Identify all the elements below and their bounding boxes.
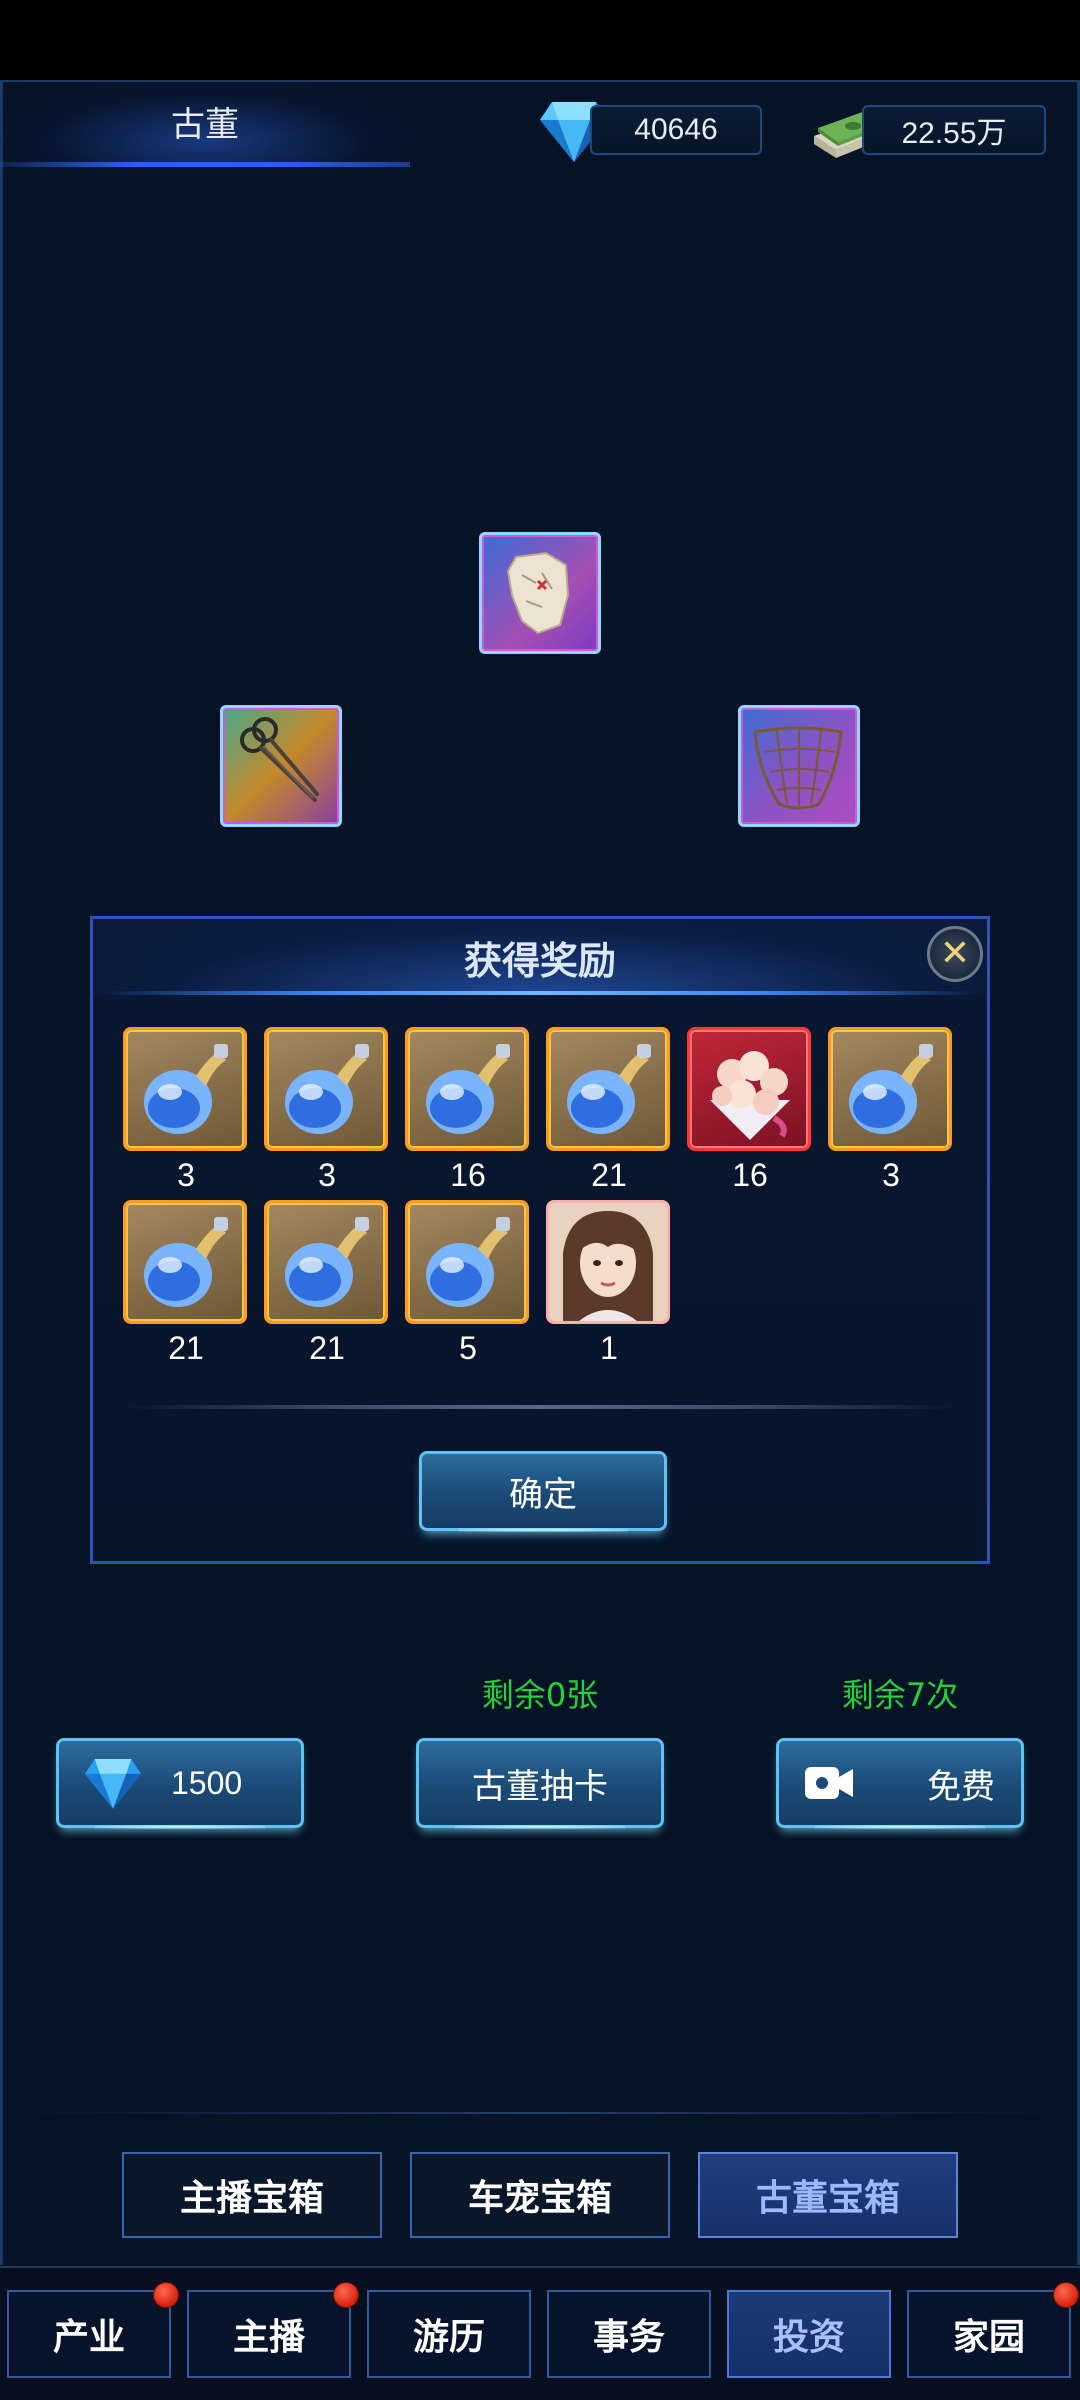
potion-flask-icon [546, 1027, 670, 1151]
nav-investment[interactable]: 投资 [727, 2290, 891, 2378]
potion-flask-icon [123, 1200, 247, 1324]
reward-item[interactable]: 16 [687, 1027, 813, 1197]
tab-label: 车宠宝箱 [467, 2178, 612, 2219]
potion-flask-icon [264, 1200, 388, 1324]
treasure-map-item[interactable] [479, 532, 601, 654]
reward-item[interactable]: 21 [123, 1200, 249, 1370]
tab-label: 古董宝箱 [755, 2178, 900, 2219]
net-item[interactable] [738, 705, 860, 827]
notification-dot [333, 2282, 359, 2308]
tab-antique-chest[interactable]: 古董宝箱 [698, 2152, 958, 2238]
antique-draw-button[interactable]: 古董抽卡 [416, 1738, 664, 1829]
reward-count: 21 [591, 1157, 627, 1193]
diamond-balance-value: 40646 [634, 113, 718, 146]
nav-travel[interactable]: 游历 [367, 2290, 531, 2378]
reward-item[interactable]: 21 [546, 1027, 672, 1197]
reward-item[interactable]: 3 [123, 1027, 249, 1197]
diamond-draw-button[interactable]: 1500 [56, 1738, 304, 1829]
reward-dialog: 获得奖励 ✕ 3 3 16 21 16 3 21 21 5 1 确定 [90, 916, 990, 1564]
status-bar [0, 0, 1080, 80]
dialog-title: 获得奖励 [463, 938, 616, 983]
diamond-icon [84, 1758, 142, 1809]
potion-flask-icon [405, 1200, 529, 1324]
reward-count: 3 [177, 1157, 195, 1193]
reward-item[interactable]: 3 [828, 1027, 954, 1197]
dialog-header: 获得奖励 [93, 919, 987, 995]
nav-label: 投资 [772, 2317, 845, 2358]
close-button[interactable]: ✕ [927, 926, 983, 982]
page-title-tab: 古董 [0, 82, 410, 167]
confirm-button-label: 确定 [509, 1474, 577, 1515]
potion-flask-icon [123, 1027, 247, 1151]
nav-streamer[interactable]: 主播 [187, 2282, 359, 2378]
title-underline [0, 162, 410, 167]
cash-balance: 22.55万 [862, 105, 1046, 155]
nav-label: 游历 [412, 2317, 485, 2358]
free-video-draw-button[interactable]: 免费 [776, 1738, 1024, 1829]
reward-count: 21 [309, 1330, 345, 1366]
potion-flask-icon [264, 1027, 388, 1151]
remaining-free-text: 剩余7次 [841, 1676, 959, 1714]
cash-balance-value: 22.55万 [901, 117, 1007, 150]
tab-streamer-chest[interactable]: 主播宝箱 [122, 2152, 382, 2238]
nav-home[interactable]: 家园 [907, 2282, 1079, 2378]
treasure-map-icon [506, 551, 570, 635]
nav-label: 产业 [52, 2317, 125, 2358]
reward-item[interactable]: 16 [405, 1027, 531, 1197]
reward-count: 16 [732, 1157, 768, 1193]
remaining-cards-text: 剩余0张 [481, 1676, 599, 1714]
tab-car-pet-chest[interactable]: 车宠宝箱 [410, 2152, 670, 2238]
scissors-item[interactable] [220, 705, 342, 827]
nav-industry[interactable]: 产业 [7, 2282, 179, 2378]
nav-label: 家园 [952, 2317, 1025, 2358]
diamond-cost: 1500 [171, 1764, 243, 1801]
page-title: 古董 [171, 105, 239, 145]
potion-flask-icon [405, 1027, 529, 1151]
confirm-button[interactable]: 确定 [419, 1451, 667, 1532]
reward-count: 16 [450, 1157, 486, 1193]
reward-count: 3 [882, 1157, 900, 1193]
reward-count: 21 [168, 1330, 204, 1366]
free-label: 免费 [927, 1766, 995, 1807]
close-icon: ✕ [939, 933, 971, 974]
net-icon [753, 726, 843, 810]
scissors-icon [240, 717, 319, 802]
reward-count: 1 [600, 1330, 618, 1366]
portrait-card-icon [546, 1200, 670, 1324]
reward-item[interactable]: 1 [546, 1200, 672, 1370]
video-camera-icon [805, 1767, 853, 1799]
tab-label: 主播宝箱 [179, 2178, 324, 2219]
antique-draw-label: 古董抽卡 [472, 1766, 608, 1807]
diamond-balance: 40646 [590, 105, 762, 155]
flower-bouquet-icon [687, 1027, 811, 1151]
dialog-divider [123, 1405, 957, 1409]
section-divider [20, 2112, 1060, 2114]
notification-dot [153, 2282, 179, 2308]
reward-item[interactable]: 3 [264, 1027, 390, 1197]
nav-affairs[interactable]: 事务 [547, 2290, 711, 2378]
reward-count: 3 [318, 1157, 336, 1193]
nav-label: 主播 [232, 2317, 305, 2358]
potion-flask-icon [828, 1027, 952, 1151]
reward-item[interactable]: 5 [405, 1200, 531, 1370]
reward-count: 5 [459, 1330, 477, 1366]
reward-item[interactable]: 21 [264, 1200, 390, 1370]
nav-label: 事务 [592, 2317, 665, 2358]
notification-dot [1053, 2282, 1079, 2308]
